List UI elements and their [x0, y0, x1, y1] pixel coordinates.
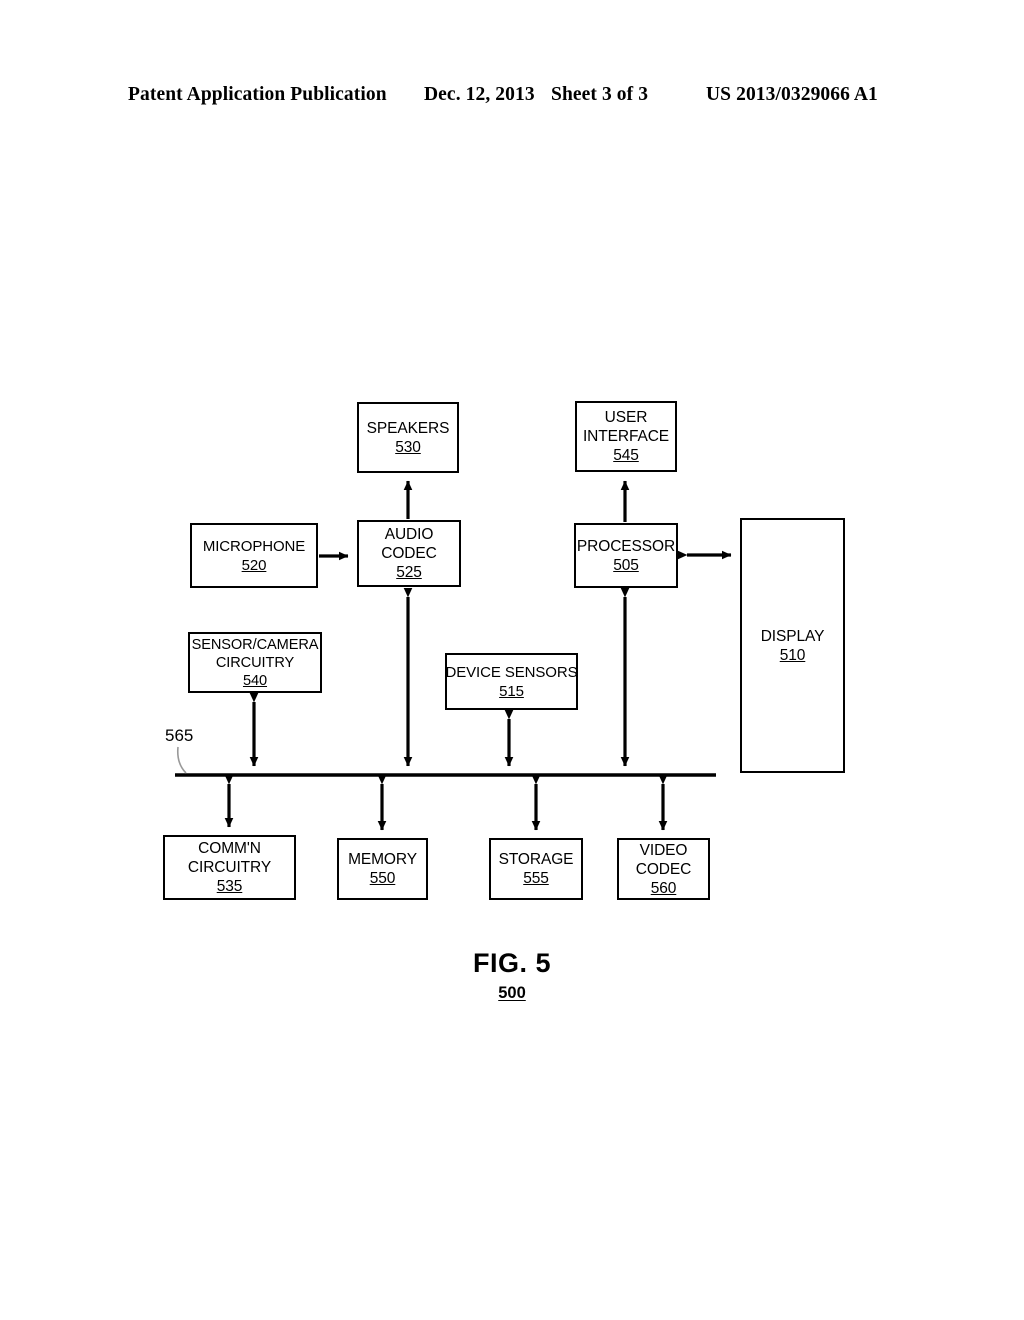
figure-5-block-diagram: SPEAKERS 530 USER INTERFACE 545 MICROPHO…	[0, 0, 1024, 1320]
block-processor-number: 505	[613, 556, 639, 574]
block-communication-circuitry-number: 535	[216, 878, 243, 895]
block-audio-codec-label-line2: CODEC	[381, 545, 437, 562]
block-audio-codec-number: 525	[396, 564, 422, 581]
block-processor: PROCESSOR 505	[574, 523, 678, 588]
block-microphone-number: 520	[241, 556, 267, 574]
block-microphone: MICROPHONE 520	[190, 523, 318, 588]
block-device-sensors: DEVICE SENSORS 515	[445, 653, 578, 710]
block-display: DISPLAY 510	[740, 518, 845, 773]
block-video-codec-number: 560	[650, 879, 677, 897]
figure-caption-title: FIG. 5	[472, 948, 551, 978]
block-sensor-camera-number: 540	[242, 672, 268, 689]
block-memory-number: 550	[369, 870, 396, 887]
block-display-label: DISPLAY	[760, 627, 825, 645]
block-storage-label: STORAGE	[498, 851, 574, 868]
block-display-number: 510	[779, 646, 806, 664]
figure-caption-number: 500	[498, 984, 526, 1002]
block-sensor-camera-label-line1: SENSOR/CAMERA	[191, 636, 319, 653]
block-speakers-number: 530	[395, 438, 421, 456]
block-video-codec-label-line2: CODEC	[635, 860, 692, 878]
block-microphone-label: MICROPHONE	[202, 537, 306, 555]
block-communication-circuitry-label-line2: CIRCUITRY	[187, 859, 272, 876]
block-user-interface-label-line1: USER	[604, 409, 648, 426]
block-memory-label: MEMORY	[348, 851, 417, 868]
block-device-sensors-number: 515	[499, 682, 524, 700]
block-communication-circuitry-label-line1: COMM'N	[198, 840, 261, 857]
block-user-interface-number: 545	[613, 447, 639, 464]
block-sensor-camera-label-line2: CIRCUITRY	[215, 654, 295, 671]
bus-label-leader-line	[176, 746, 187, 774]
block-storage: STORAGE 555	[489, 838, 583, 900]
block-video-codec-label-line1: VIDEO	[639, 841, 688, 859]
block-communication-circuitry: COMM'N CIRCUITRY 535	[163, 835, 296, 900]
block-audio-codec: AUDIO CODEC 525	[357, 520, 461, 587]
bus-reference-label: 565	[165, 726, 194, 745]
block-user-interface: USER INTERFACE 545	[575, 401, 677, 472]
block-storage-number: 555	[523, 870, 549, 887]
block-processor-label: PROCESSOR	[576, 537, 676, 555]
figure-caption: FIG. 5 500	[0, 948, 1024, 1003]
block-sensor-camera-circuitry: SENSOR/CAMERA CIRCUITRY 540	[188, 632, 322, 693]
block-memory: MEMORY 550	[337, 838, 428, 900]
block-audio-codec-label-line1: AUDIO	[384, 526, 434, 543]
block-speakers-label: SPEAKERS	[366, 419, 450, 437]
block-speakers: SPEAKERS 530	[357, 402, 459, 473]
block-device-sensors-label: DEVICE SENSORS	[445, 663, 578, 681]
block-video-codec: VIDEO CODEC 560	[617, 838, 710, 900]
block-user-interface-label-line2: INTERFACE	[582, 428, 670, 445]
